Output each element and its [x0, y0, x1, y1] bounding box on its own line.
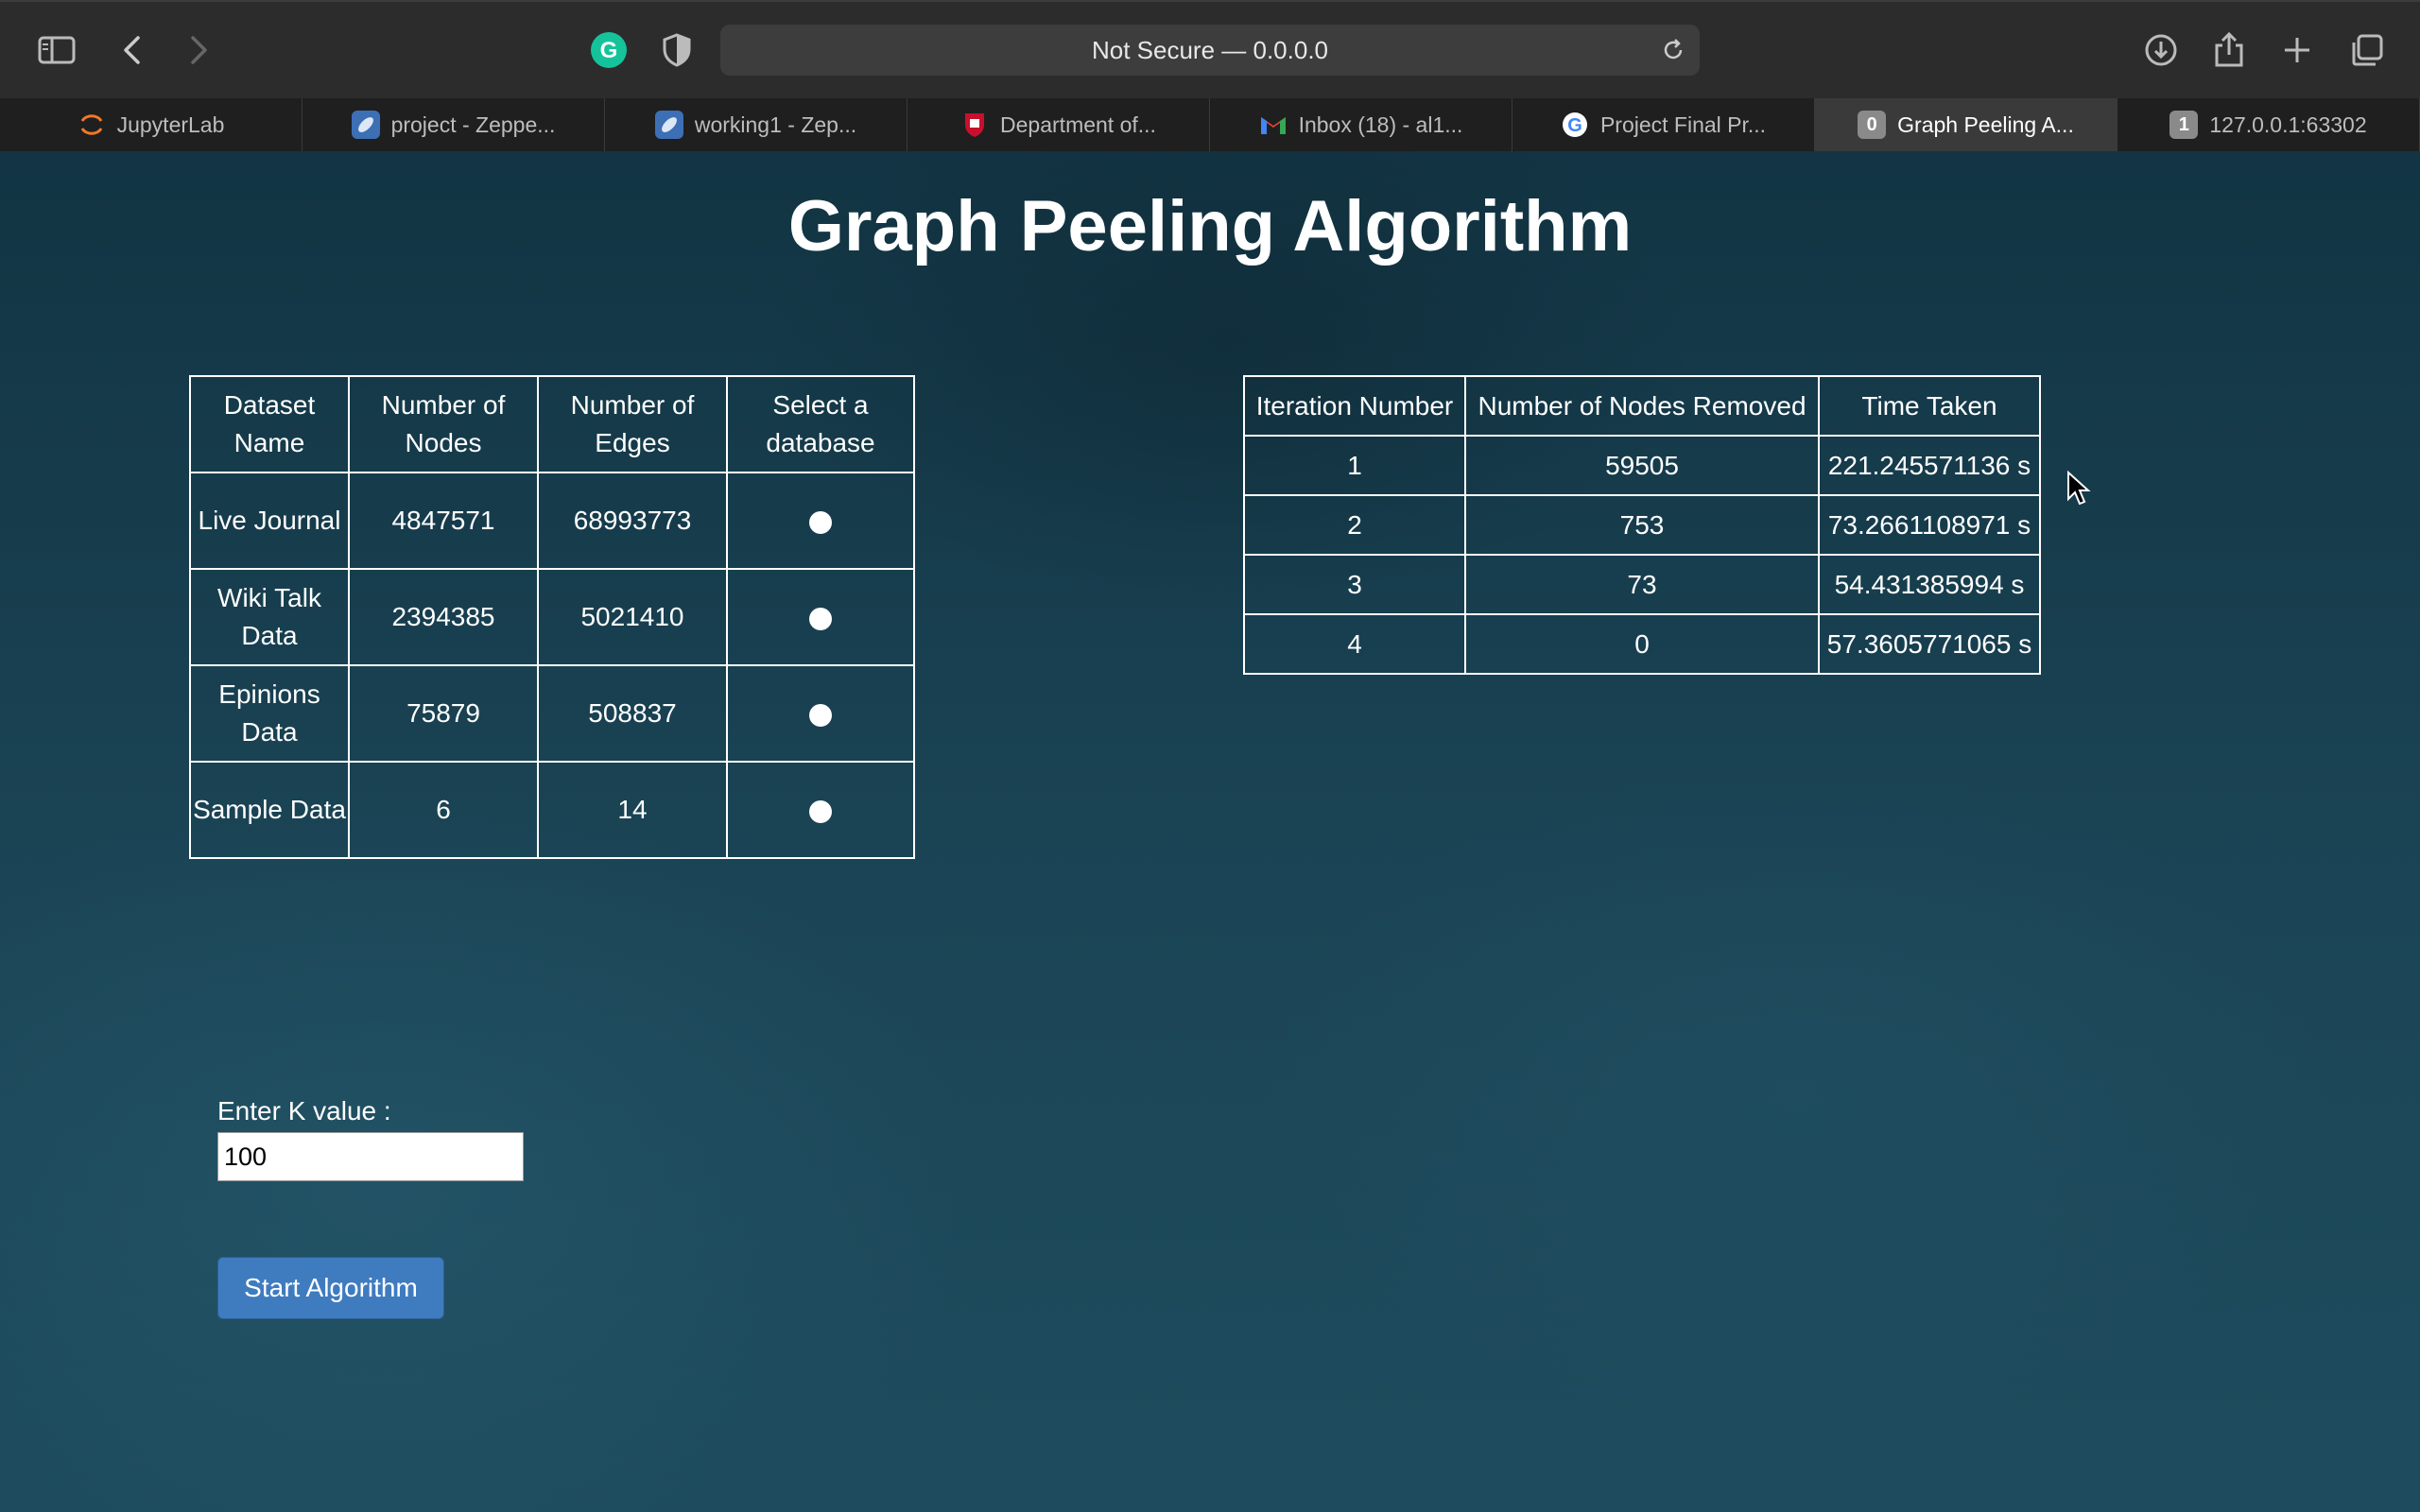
- edge-count: 68993773: [537, 472, 728, 570]
- column-header: Number of Edges: [537, 375, 728, 473]
- table-row: Wiki Talk Data 2394385 5021410: [189, 568, 915, 666]
- tab-bar: JupyterLab project - Zeppe... working1 -…: [0, 98, 2420, 152]
- tab-number-badge: 1: [2169, 111, 2199, 139]
- nodes-removed: 73: [1464, 554, 1820, 615]
- url-text: Not Secure — 0.0.0.0: [1091, 35, 1329, 64]
- table-row: 2 753 73.2661108971 s: [1243, 494, 2041, 556]
- iteration-number: 2: [1243, 494, 1466, 556]
- table-row: Epinions Data 75879 508837: [189, 664, 915, 763]
- select-cell: [726, 472, 915, 570]
- tab-google-project[interactable]: G Project Final Pr...: [1512, 98, 1815, 151]
- select-cell: [726, 568, 915, 666]
- edge-count: 5021410: [537, 568, 728, 666]
- reload-icon[interactable]: [1660, 37, 1686, 63]
- forward-arrow-icon[interactable]: [178, 29, 219, 71]
- dataset-name: Sample Data: [189, 761, 350, 859]
- address-bar[interactable]: Not Secure — 0.0.0.0: [720, 25, 1700, 76]
- table-row: 3 73 54.431385994 s: [1243, 554, 2041, 615]
- column-header: Iteration Number: [1243, 375, 1466, 437]
- tab-label: Graph Peeling A...: [1897, 112, 2074, 137]
- tab-label: project - Zeppe...: [390, 112, 556, 137]
- iteration-results-table: Iteration Number Number of Nodes Removed…: [1243, 375, 2041, 675]
- tab-zeppelin-project[interactable]: project - Zeppe...: [302, 98, 605, 151]
- nodes-removed: 0: [1464, 613, 1820, 675]
- table-row: Live Journal 4847571 68993773: [189, 472, 915, 570]
- table-header-row: Dataset Name Number of Nodes Number of E…: [189, 375, 915, 473]
- select-cell: [726, 761, 915, 859]
- node-count: 4847571: [348, 472, 539, 570]
- tab-department[interactable]: Department of...: [908, 98, 1210, 151]
- dataset-name: Epinions Data: [189, 664, 350, 763]
- dataset-radio[interactable]: [809, 703, 832, 727]
- tab-number-badge: 0: [1858, 111, 1887, 139]
- dataset-table: Dataset Name Number of Nodes Number of E…: [189, 375, 915, 859]
- time-taken: 54.431385994 s: [1818, 554, 2041, 615]
- tab-zeppelin-working1[interactable]: working1 - Zep...: [605, 98, 908, 151]
- table-row: 1 59505 221.245571136 s: [1243, 435, 2041, 496]
- tab-label: JupyterLab: [116, 112, 225, 137]
- back-arrow-icon[interactable]: [112, 29, 153, 71]
- page-title: Graph Peeling Algorithm: [787, 186, 1633, 266]
- downloads-icon[interactable]: [2140, 29, 2182, 71]
- dataset-radio[interactable]: [809, 799, 832, 823]
- zeppelin-icon: [654, 111, 683, 139]
- sidebar-toggle-icon[interactable]: [36, 29, 78, 71]
- edge-count: 14: [537, 761, 728, 859]
- iteration-number: 4: [1243, 613, 1466, 675]
- tab-jupyterlab[interactable]: JupyterLab: [0, 98, 302, 151]
- svg-text:G: G: [600, 38, 618, 63]
- time-taken: 57.3605771065 s: [1818, 613, 2041, 675]
- start-algorithm-button[interactable]: Start Algorithm: [217, 1257, 444, 1319]
- table-row: 4 0 57.3605771065 s: [1243, 613, 2041, 675]
- nodes-removed: 59505: [1464, 435, 1820, 496]
- tab-label: Project Final Pr...: [1599, 112, 1767, 137]
- select-cell: [726, 664, 915, 763]
- dataset-radio[interactable]: [809, 510, 832, 534]
- column-header: Select a database: [726, 375, 915, 473]
- tab-overview-icon[interactable]: [2346, 29, 2388, 71]
- table-header-row: Iteration Number Number of Nodes Removed…: [1243, 375, 2041, 437]
- gmail-icon: [1259, 111, 1288, 139]
- k-value-input[interactable]: [217, 1132, 524, 1181]
- page-content: Graph Peeling Algorithm Dataset Name Num…: [0, 151, 2420, 1512]
- time-taken: 73.2661108971 s: [1818, 494, 2041, 556]
- edge-count: 508837: [537, 664, 728, 763]
- time-taken: 221.245571136 s: [1818, 435, 2041, 496]
- tab-gmail-inbox[interactable]: Inbox (18) - al1...: [1210, 98, 1512, 151]
- tab-label: Inbox (18) - al1...: [1298, 112, 1463, 137]
- iteration-number: 1: [1243, 435, 1466, 496]
- table-row: Sample Data 6 14: [189, 761, 915, 859]
- iteration-number: 3: [1243, 554, 1466, 615]
- browser-toolbar: G Not Secure — 0.0.0.0: [0, 0, 2420, 98]
- new-tab-plus-icon[interactable]: [2276, 29, 2318, 71]
- tab-label: Department of...: [1000, 112, 1156, 137]
- dataset-radio[interactable]: [809, 607, 832, 630]
- tab-label: working1 - Zep...: [694, 112, 857, 137]
- tab-graph-peeling[interactable]: 0 Graph Peeling A...: [1815, 98, 2118, 151]
- dataset-name: Wiki Talk Data: [189, 568, 350, 666]
- nodes-removed: 753: [1464, 494, 1820, 556]
- k-value-label: Enter K value :: [217, 1096, 391, 1125]
- column-header: Number of Nodes: [348, 375, 539, 473]
- university-shield-icon: [960, 111, 989, 139]
- column-header: Number of Nodes Removed: [1464, 375, 1820, 437]
- google-icon: G: [1561, 111, 1589, 139]
- svg-text:G: G: [1567, 115, 1582, 136]
- mouse-cursor-icon: [2067, 471, 2091, 506]
- grammarly-icon[interactable]: G: [588, 29, 630, 71]
- node-count: 6: [348, 761, 539, 859]
- tab-localhost[interactable]: 1 127.0.0.1:63302: [2118, 98, 2420, 151]
- column-header: Dataset Name: [189, 375, 350, 473]
- zeppelin-icon: [351, 111, 380, 139]
- node-count: 2394385: [348, 568, 539, 666]
- node-count: 75879: [348, 664, 539, 763]
- tab-label: 127.0.0.1:63302: [2209, 112, 2367, 137]
- dataset-name: Live Journal: [189, 472, 350, 570]
- share-icon[interactable]: [2208, 29, 2250, 71]
- jupyter-icon: [78, 111, 106, 139]
- column-header: Time Taken: [1818, 375, 2041, 437]
- privacy-shield-icon[interactable]: [656, 29, 698, 71]
